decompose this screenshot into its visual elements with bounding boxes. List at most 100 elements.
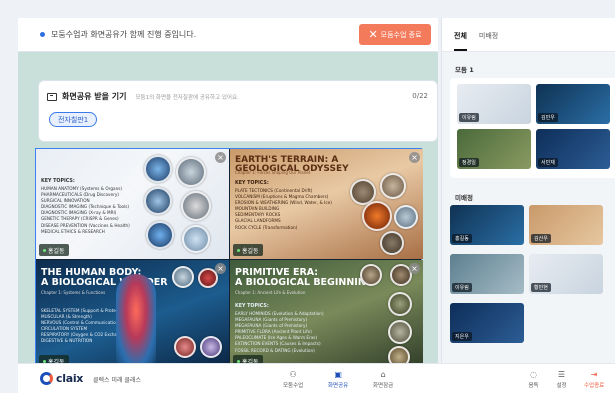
main-area: 모둠수업과 화면공유가 함께 진행 중입니다. ✕ 모둠수업 종료 화면공유 받… (18, 18, 438, 370)
group-side-panel: 전체 미배정 모둠 1 이유림 김민우 정경일 서민재 미배정 홍길동 김산우 … (441, 18, 615, 363)
participant-name-tag: 홍길동 (233, 244, 263, 256)
screen-lock-button[interactable]: ⌂ 화면잠금 (373, 370, 393, 389)
shared-screen-tile[interactable]: THE HUMAN BODY: A BIOLOGICAL WONDER Chap… (36, 260, 229, 370)
device-chip-electronic-board[interactable]: 전자칠판1 (49, 112, 98, 127)
share-title: 화면공유 받을 기기 (62, 92, 127, 101)
topic-item: FOSSIL RECORD & DATING (Evolution) (235, 347, 315, 353)
mute-icon: ◌ (530, 370, 537, 379)
participant-name-tag: 홍길동 (39, 244, 69, 256)
close-icon[interactable]: × (215, 152, 226, 163)
end-group-class-label: 모둠수업 종료 (380, 30, 422, 39)
app-window: 모둠수업과 화면공유가 함께 진행 중입니다. ✕ 모둠수업 종료 화면공유 받… (0, 0, 615, 393)
mammoth-image-icon (388, 292, 412, 316)
control-label: 모둠수업 (283, 383, 304, 389)
member-name: 황민현 (531, 283, 551, 292)
fossil-image-icon (388, 320, 412, 344)
shared-content-area: 화면공유 받을 기기 모둠1의 화면을 전자칠판에 공유하고 있어요. 0/22… (18, 52, 438, 370)
tile-topic-list: KEY TOPICS: EARLY HOMINIDS (Evolution & … (235, 304, 324, 354)
tile-topic-list: KEY TOPICS: PLATE TECTONICS (Continental… (235, 181, 332, 231)
member-thumbnail[interactable]: 김산우 (529, 205, 603, 245)
tile-topic-list: KEY TOPICS: HUMAN ANATOMY (Systems & Org… (41, 179, 130, 235)
close-icon[interactable]: × (409, 152, 420, 163)
control-label: 설정 (556, 383, 567, 389)
mic-icon (43, 248, 46, 252)
control-label: 화면잠금 (373, 383, 394, 389)
tile-topics-header: KEY TOPICS: (235, 304, 269, 309)
brain-image-icon (181, 191, 211, 221)
topic-item: GENETIC THERAPY (CRISPR & Genes) (41, 216, 119, 222)
exit-icon: ⇥ (590, 370, 598, 379)
member-name: 서민재 (538, 158, 558, 167)
member-thumbnail[interactable]: 지은우 (450, 303, 524, 343)
member-thumbnail[interactable]: 홍길동 (450, 205, 524, 245)
mute-button[interactable]: ◌ 음독 (528, 370, 539, 389)
dna-image-icon (200, 336, 222, 358)
hand-image-icon (144, 187, 172, 215)
share-subtitle: 모둠1의 화면을 전자칠판에 공유하고 있어요. (135, 94, 239, 101)
lungs-image-icon (174, 336, 196, 358)
member-name: 이유림 (459, 113, 479, 122)
settings-icon: ☰ (557, 370, 566, 379)
end-group-class-button[interactable]: ✕ 모둠수업 종료 (359, 24, 431, 45)
hominid-image-icon (360, 264, 382, 286)
shared-screen-grid: KEY TOPICS: HUMAN ANATOMY (Systems & Org… (35, 148, 423, 370)
molecule-image-icon (144, 155, 172, 183)
group-icon: ⚇ (289, 370, 297, 379)
settings-button[interactable]: ☰ 설정 (556, 370, 567, 389)
member-thumbnail[interactable]: 황민현 (529, 254, 603, 294)
member-name: 김민우 (538, 113, 558, 122)
shared-screen-tile[interactable]: EARTH'S TERRAIN: A GEOLOGICAL ODYSSEY Ch… (230, 149, 423, 259)
member-name: 김산우 (531, 234, 551, 243)
member-thumbnail[interactable]: 서민재 (536, 129, 610, 169)
class-name: 클렉스 미래 클래스 (93, 377, 141, 384)
mic-icon (237, 248, 240, 252)
member-thumbnail[interactable]: 이유림 (457, 84, 531, 124)
member-thumbnail[interactable]: 김민우 (536, 84, 610, 124)
member-name: 지은우 (452, 332, 472, 341)
tile-subtitle: Chapter 1: Forces Shaping Our Planet (235, 170, 311, 175)
glacier-image-icon (394, 205, 418, 229)
group-class-button[interactable]: ⚇ 모둠수업 (283, 370, 303, 389)
tab-unassigned[interactable]: 미배정 (479, 31, 498, 51)
group-1-box: 이유림 김민우 정경일 서민재 (450, 78, 615, 178)
vaccine-image-icon (182, 225, 210, 253)
topic-item: EXTINCTION EVENTS (Causes & Impacts) (235, 341, 321, 347)
close-icon[interactable]: × (409, 263, 420, 274)
tile-subtitle: Chapter 1: Ancient Life & Evolution (235, 290, 306, 295)
screen-share-icon (47, 92, 57, 101)
screen-share-button[interactable]: ▣ 화면공유 (328, 370, 348, 389)
skeleton-image-icon (172, 266, 194, 288)
tile-topic-list: SKELETAL SYSTEM (Support & Protection) M… (41, 308, 128, 345)
control-label: 화면공유 (328, 383, 349, 389)
status-indicator-icon (40, 32, 45, 37)
participant-name: 홍길동 (48, 247, 65, 255)
volcano-image-icon (362, 201, 392, 231)
member-name: 이유림 (452, 283, 472, 292)
share-target-card: 화면공유 받을 기기 모둠1의 화면을 전자칠판에 공유하고 있어요. 0/22… (38, 80, 438, 142)
rock-image-icon (380, 231, 404, 255)
member-thumbnail[interactable]: 이유림 (450, 254, 524, 294)
lock-icon: ⌂ (380, 370, 386, 379)
brand-logo: claix (40, 372, 83, 385)
member-name: 홍길동 (452, 234, 472, 243)
tile-title: PRIMITIVE ERA: A BIOLOGICAL BEGINNING (235, 267, 374, 288)
control-label: 수업종료 (584, 383, 605, 389)
logo-icon (40, 372, 53, 385)
status-bar: 모둠수업과 화면공유가 함께 진행 중입니다. ✕ 모둠수업 종료 (18, 18, 438, 52)
shared-screen-tile[interactable]: KEY TOPICS: HUMAN ANATOMY (Systems & Org… (36, 149, 229, 259)
share-count: 0/22 (412, 92, 428, 100)
tab-all[interactable]: 전체 (454, 31, 467, 51)
group-label: 모둠 1 (455, 66, 474, 74)
shared-screen-tile[interactable]: PRIMITIVE ERA: A BIOLOGICAL BEGINNING Ch… (230, 260, 423, 370)
end-class-button[interactable]: ⇥ 수업종료 (584, 370, 604, 389)
brand-name: claix (56, 372, 84, 385)
unassigned-label: 미배정 (455, 194, 473, 202)
screen-share-icon: ▣ (334, 370, 342, 379)
topic-item: DIGESTIVE & NUTRITION (41, 338, 93, 344)
canyon-image-icon (380, 173, 406, 199)
member-thumbnail[interactable]: 정경일 (457, 129, 531, 169)
close-icon[interactable]: × (215, 263, 226, 274)
pills-image-icon (176, 157, 206, 187)
close-icon: ✕ (368, 28, 378, 41)
topic-item: ROCK CYCLE (Transformation) (235, 224, 298, 230)
